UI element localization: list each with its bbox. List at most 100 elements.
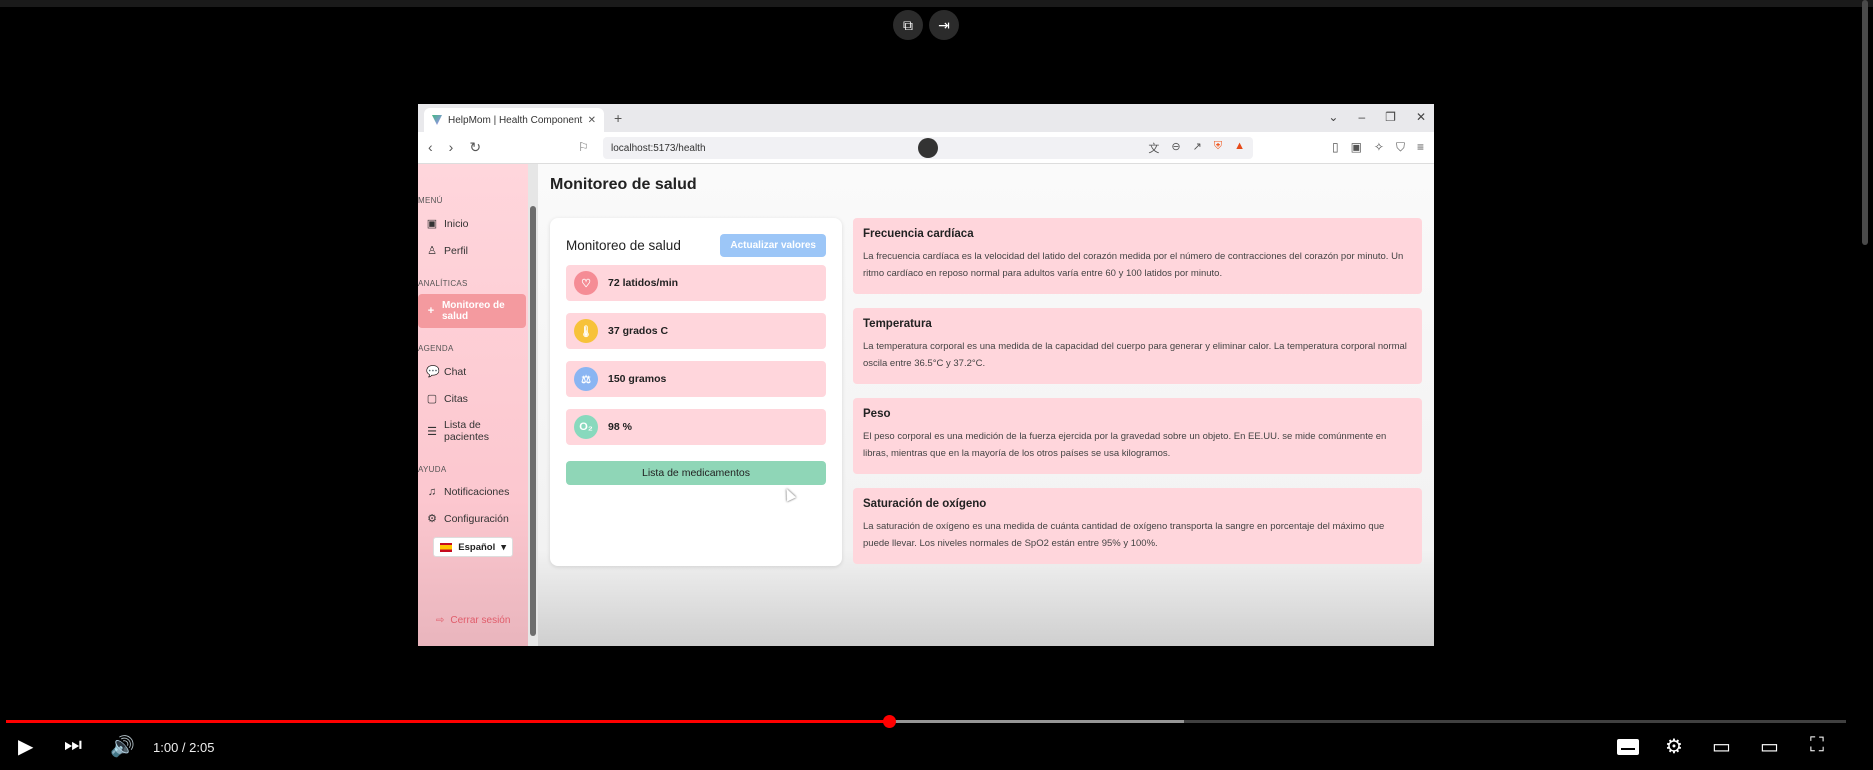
sidebar-item-citas[interactable]: ▢ Citas <box>418 386 528 411</box>
logout-label: Cerrar sesión <box>450 615 511 626</box>
back-icon[interactable]: ‹ <box>428 139 433 156</box>
info-text: El peso corporal es una medición de la f… <box>863 431 1387 459</box>
zoom-icon[interactable]: ⊖ <box>1171 140 1180 156</box>
translate-icon[interactable]: 文 <box>1148 140 1159 156</box>
top-strip <box>0 0 1873 7</box>
language-select[interactable]: Español ▾ <box>433 537 513 557</box>
medication-list-button[interactable]: Lista de medicamentos <box>566 461 826 485</box>
page-scrollbar[interactable] <box>1862 0 1868 245</box>
sidebar-section-analytics: ANALÍTICAS <box>418 279 468 288</box>
sidebar-item-inicio[interactable]: ▣ Inicio <box>418 211 528 236</box>
info-text: La frecuencia cardíaca es la velocidad d… <box>863 251 1404 279</box>
info-text: La temperatura corporal es una medida de… <box>863 341 1407 369</box>
info-text: La saturación de oxígeno es una medida d… <box>863 521 1385 549</box>
share-icon[interactable]: ⇥ <box>929 10 959 40</box>
share-page-icon[interactable]: ↗ <box>1193 140 1202 156</box>
sidebar-toggle-icon[interactable]: ▯ <box>1332 140 1339 155</box>
tab-title: HelpMom | Health Component <box>448 114 583 126</box>
heart-icon: ♡ <box>574 271 598 295</box>
url-tools: 文 ⊖ ↗ ⛨ ▲ <box>1148 140 1245 156</box>
minimize-icon[interactable]: – <box>1358 110 1365 124</box>
site-info-icon[interactable] <box>918 138 938 158</box>
scrubber-handle[interactable] <box>883 715 897 728</box>
miniplayer-icon[interactable]: ▭ <box>1712 734 1731 759</box>
close-tab-icon[interactable]: ✕ <box>588 115 596 126</box>
sidebar-item-label: Chat <box>444 365 467 378</box>
volume-icon[interactable]: 🔊 <box>110 734 135 759</box>
browser-tabbar: HelpMom | Health Component ✕ + ⌄ – ❐ ✕ <box>418 104 1434 132</box>
user-icon: ♙ <box>427 245 437 257</box>
sidebar-item-monitoreo[interactable]: + Monitoreo de salud <box>418 294 526 328</box>
leo-icon[interactable]: ✧ <box>1374 140 1384 155</box>
page-title: Monitoreo de salud <box>550 176 697 193</box>
subtitles-icon[interactable] <box>1617 739 1639 755</box>
scrollbar-thumb[interactable] <box>530 206 536 636</box>
address-bar: ‹ › ↻ ⚐ localhost:5173/health 文 ⊖ ↗ ⛨ ▲ … <box>418 132 1434 164</box>
wallet-icon[interactable]: ▣ <box>1351 140 1362 155</box>
sidebar: MENÚ ▣ Inicio ♙ Perfil ANALÍTICAS + Moni… <box>418 164 528 646</box>
window-controls: ⌄ – ❐ ✕ <box>1328 110 1426 124</box>
next-icon[interactable]: ⏭ <box>64 734 82 757</box>
theater-mode-icon[interactable]: ▭ <box>1760 734 1779 759</box>
video-progress-bar[interactable] <box>6 715 1846 728</box>
info-card-weight: Peso El peso corporal es una medición de… <box>853 398 1422 474</box>
logout-icon: ⇨ <box>436 615 445 626</box>
oxygen-icon: O₂ <box>574 415 598 439</box>
app: MENÚ ▣ Inicio ♙ Perfil ANALÍTICAS + Moni… <box>418 164 1434 646</box>
video-frame[interactable]: HelpMom | Health Component ✕ + ⌄ – ❐ ✕ ‹… <box>418 104 1434 646</box>
restore-icon[interactable]: ❐ <box>1385 110 1396 124</box>
metric-weight: ⚖ 150 gramos <box>566 361 826 397</box>
calendar-icon: ▣ <box>426 218 438 230</box>
language-label: Español <box>458 541 496 553</box>
menu-icon[interactable]: ≡ <box>1417 140 1424 155</box>
play-icon[interactable]: ▶ <box>18 734 33 759</box>
vpn-icon[interactable]: ⛉ <box>1396 140 1405 155</box>
app-scrollbar[interactable] <box>528 164 538 646</box>
metric-value: 37 grados C <box>608 325 669 337</box>
list-icon: ☰ <box>427 425 437 438</box>
bookmark-icon[interactable]: ⚐ <box>578 140 589 154</box>
thermometer-icon: 🌡 <box>574 319 598 343</box>
sidebar-item-chat[interactable]: 💬 Chat <box>418 359 528 384</box>
sidebar-item-configuracion[interactable]: ⚙ Configuración <box>418 506 528 531</box>
info-title: Peso <box>863 408 891 420</box>
browser-tab[interactable]: HelpMom | Health Component ✕ <box>424 108 604 132</box>
sidebar-section-menu: MENÚ <box>418 196 443 205</box>
update-values-button[interactable]: Actualizar valores <box>720 234 826 257</box>
new-tab-button[interactable]: + <box>614 110 622 126</box>
top-icons: ⧉ ⇥ <box>893 10 959 40</box>
sidebar-item-perfil[interactable]: ♙ Perfil <box>418 238 528 263</box>
sidebar-item-label: Perfil <box>444 244 468 257</box>
sidebar-section-agenda: AGENDA <box>418 344 454 353</box>
info-title: Saturación de oxígeno <box>863 498 987 510</box>
brave-shield-icon[interactable]: ⛨ <box>1214 140 1222 156</box>
queue-icon[interactable]: ⧉ <box>893 10 923 40</box>
time-display: 1:00 / 2:05 <box>153 740 215 755</box>
caret-down-icon: ▾ <box>501 541 506 553</box>
fullscreen-icon[interactable]: ⛶ <box>1810 734 1824 757</box>
nav-buttons: ‹ › ↻ <box>428 139 481 156</box>
url-field[interactable]: localhost:5173/health 文 ⊖ ↗ ⛨ ▲ <box>603 137 1253 159</box>
chevron-down-icon[interactable]: ⌄ <box>1328 110 1338 124</box>
sidebar-item-label: Monitoreo de salud <box>441 300 505 322</box>
metric-value: 72 latidos/min <box>608 277 679 289</box>
metric-heart-rate: ♡ 72 latidos/min <box>566 265 826 301</box>
info-card-heart: Frecuencia cardíaca La frecuencia cardía… <box>853 218 1422 294</box>
info-title: Frecuencia cardíaca <box>863 228 974 240</box>
url-text: localhost:5173/health <box>611 142 706 154</box>
reload-icon[interactable]: ↻ <box>469 139 481 156</box>
sidebar-item-label: Configuración <box>444 512 509 525</box>
sidebar-item-pacientes[interactable]: ☰ Lista de pacientes <box>418 413 528 449</box>
sidebar-section-help: AYUDA <box>418 465 447 474</box>
forward-icon[interactable]: › <box>449 139 454 156</box>
monitor-card: Monitoreo de salud Actualizar valores ♡ … <box>550 218 842 566</box>
played-bar <box>6 720 890 723</box>
sidebar-item-notificaciones[interactable]: ♫ Notificaciones <box>418 480 528 504</box>
settings-gear-icon[interactable]: ⚙ <box>1665 734 1683 759</box>
sidebar-item-label: Inicio <box>444 217 469 230</box>
rewards-icon[interactable]: ▲ <box>1234 140 1245 156</box>
metric-temperature: 🌡 37 grados C <box>566 313 826 349</box>
gear-icon: ⚙ <box>427 513 437 525</box>
logout-button[interactable]: ⇨ Cerrar sesión <box>436 615 510 626</box>
close-window-icon[interactable]: ✕ <box>1416 110 1426 124</box>
